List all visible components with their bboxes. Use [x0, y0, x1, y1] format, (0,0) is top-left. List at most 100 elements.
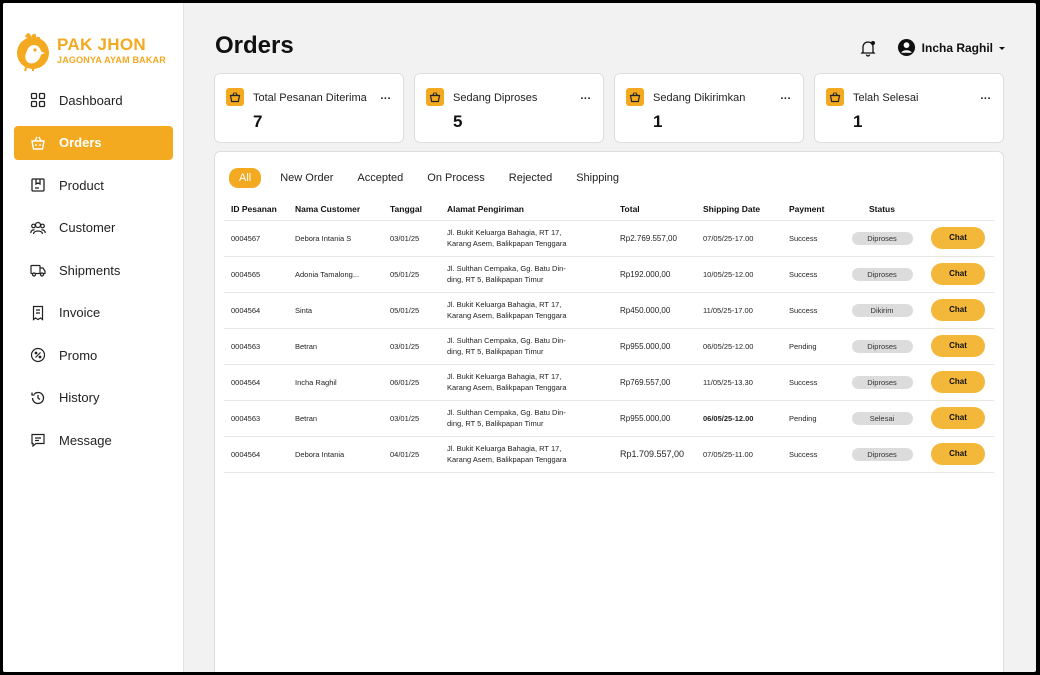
customer-name: Betran	[288, 400, 383, 437]
stat-label: Sedang Diproses	[453, 92, 538, 104]
brand-logo[interactable]: PAK JHON JAGONYA AYAM BAKAR	[15, 29, 166, 73]
table-row[interactable]: 0004567 Debora Intania S 03/01/25 Jl. Bu…	[224, 220, 994, 257]
address-line-2: ding, RT 5, Balikpapan Timur	[447, 347, 544, 356]
column-header[interactable]: Alamat Pengiriman	[440, 198, 613, 221]
status-badge: Diproses	[851, 447, 913, 461]
more-options-button[interactable]: ...	[380, 90, 391, 102]
sidebar-item-shipments[interactable]: Shipments	[14, 253, 173, 287]
truck-icon	[30, 262, 46, 278]
chat-button[interactable]: Chat	[931, 299, 985, 321]
address-line-2: Karang Asem, Balikpapan Tenggara	[447, 239, 567, 248]
shipping-date: 06/05/25-12.00	[696, 400, 782, 437]
action-cell: Chat	[924, 436, 994, 473]
status-cell: Diproses	[840, 328, 924, 365]
order-total: Rp955.000,00	[613, 328, 696, 365]
chat-button[interactable]: Chat	[931, 227, 985, 249]
table-row[interactable]: 0004564 Incha Raghil 06/01/25 Jl. Bukit …	[224, 364, 994, 401]
payment-status: Pending	[782, 328, 840, 365]
more-options-button[interactable]: ...	[980, 90, 991, 102]
column-header[interactable]: Status	[840, 198, 924, 221]
payment-status: Success	[782, 436, 840, 473]
column-header[interactable]: Nama Customer	[288, 198, 383, 221]
column-header[interactable]: ID Pesanan	[224, 198, 288, 221]
more-options-button[interactable]: ...	[780, 90, 791, 102]
tab-all[interactable]: All	[229, 168, 262, 188]
status-cell: Dikirim	[840, 292, 924, 329]
app-window: PAK JHON JAGONYA AYAM BAKAR Dashboard Or…	[3, 3, 1036, 672]
action-cell: Chat	[924, 292, 994, 329]
stat-cards: Total Pesanan Diterima ... 7 Sedang Dipr…	[214, 73, 1014, 143]
customer-name: Betran	[288, 328, 383, 365]
customer-name: Debora Intania	[288, 436, 383, 473]
chevron-down-icon[interactable]	[998, 44, 1006, 52]
sidebar-item-label: Product	[59, 177, 104, 193]
tab-on-process[interactable]: On Process	[427, 172, 484, 184]
stat-card-processing: Sedang Diproses ... 5	[414, 73, 604, 143]
table-row[interactable]: 0004563 Betran 03/01/25 Jl. Sulthan Cemp…	[224, 328, 994, 365]
sidebar-item-label: Message	[59, 432, 112, 448]
sidebar-item-message[interactable]: Message	[14, 423, 173, 457]
sidebar-item-product[interactable]: Product	[14, 168, 173, 202]
column-header[interactable]: Shipping Date	[696, 198, 782, 221]
order-id: 0004564	[224, 364, 288, 401]
table-row[interactable]: 0004563 Betran 03/01/25 Jl. Sulthan Cemp…	[224, 400, 994, 437]
order-id: 0004563	[224, 400, 288, 437]
user-name[interactable]: Incha Raghil	[922, 41, 993, 55]
brand-subtitle: JAGONYA AYAM BAKAR	[57, 55, 166, 65]
payment-status: Success	[782, 256, 840, 293]
address-line-1: Jl. Bukit Keluarga Bahagia, RT 17,	[447, 444, 562, 453]
column-header[interactable]: Total	[613, 198, 696, 221]
status-badge: Diproses	[851, 231, 913, 245]
user-avatar-icon[interactable]	[897, 38, 916, 57]
status-badge: Dikirim	[851, 303, 913, 317]
address-line-1: Jl. Sulthan Cempaka, Gg. Batu Din-	[447, 336, 566, 345]
order-id: 0004564	[224, 292, 288, 329]
order-total: Rp2.769.557,00	[613, 220, 696, 257]
sidebar-item-dashboard[interactable]: Dashboard	[14, 83, 173, 117]
orders-table: ID Pesanan Nama Customer Tanggal Alamat …	[224, 198, 994, 473]
shipping-date: 07/05/25-11.00	[696, 436, 782, 473]
tab-accepted[interactable]: Accepted	[357, 172, 403, 184]
sidebar-item-orders[interactable]: Orders	[14, 125, 173, 160]
chat-button[interactable]: Chat	[931, 371, 985, 393]
column-header[interactable]: Tanggal	[383, 198, 440, 221]
order-date: 04/01/25	[383, 436, 440, 473]
chat-button[interactable]: Chat	[931, 407, 985, 429]
shipping-address: Jl. Bukit Keluarga Bahagia, RT 17, Karang…	[440, 292, 613, 329]
chat-button[interactable]: Chat	[931, 263, 985, 285]
shipping-date: 07/05/25-17.00	[696, 220, 782, 257]
more-options-button[interactable]: ...	[580, 90, 591, 102]
table-row[interactable]: 0004565 Adonia Tamalong... 05/01/25 Jl. …	[224, 256, 994, 293]
payment-status: Success	[782, 220, 840, 257]
table-row[interactable]: 0004564 Debora Intania 04/01/25 Jl. Buki…	[224, 436, 994, 473]
order-id: 0004564	[224, 436, 288, 473]
status-badge: Selesai	[851, 411, 913, 425]
notification-bell-icon[interactable]	[859, 39, 877, 57]
sidebar-item-history[interactable]: History	[14, 381, 173, 415]
address-line-1: Jl. Bukit Keluarga Bahagia, RT 17,	[447, 300, 562, 309]
tab-rejected[interactable]: Rejected	[509, 172, 552, 184]
sidebar-item-customer[interactable]: Customer	[14, 211, 173, 245]
address-line-2: ding, RT 5, Balikpapan Timur	[447, 275, 544, 284]
stat-label: Sedang Dikirimkan	[653, 92, 746, 104]
sidebar-item-promo[interactable]: Promo	[14, 338, 173, 372]
box-icon	[30, 177, 46, 193]
basket-icon	[826, 88, 844, 106]
receipt-icon	[30, 305, 46, 321]
sidebar-item-invoice[interactable]: Invoice	[14, 296, 173, 330]
status-cell: Diproses	[840, 364, 924, 401]
rooster-logo-icon	[17, 33, 49, 72]
order-date: 03/01/25	[383, 220, 440, 257]
message-icon	[30, 432, 46, 448]
page-title: Orders	[215, 32, 294, 59]
table-row[interactable]: 0004564 Sinta 05/01/25 Jl. Bukit Keluarg…	[224, 292, 994, 329]
chat-button[interactable]: Chat	[931, 335, 985, 357]
tab-shipping[interactable]: Shipping	[576, 172, 619, 184]
stat-card-shipping: Sedang Dikirimkan ... 1	[614, 73, 804, 143]
customer-name: Incha Raghil	[288, 364, 383, 401]
column-header[interactable]: Payment	[782, 198, 840, 221]
chat-button[interactable]: Chat	[931, 443, 985, 465]
address-line-2: Karang Asem, Balikpapan Tenggara	[447, 455, 567, 464]
history-icon	[30, 390, 46, 406]
tab-new-order[interactable]: New Order	[280, 172, 333, 184]
